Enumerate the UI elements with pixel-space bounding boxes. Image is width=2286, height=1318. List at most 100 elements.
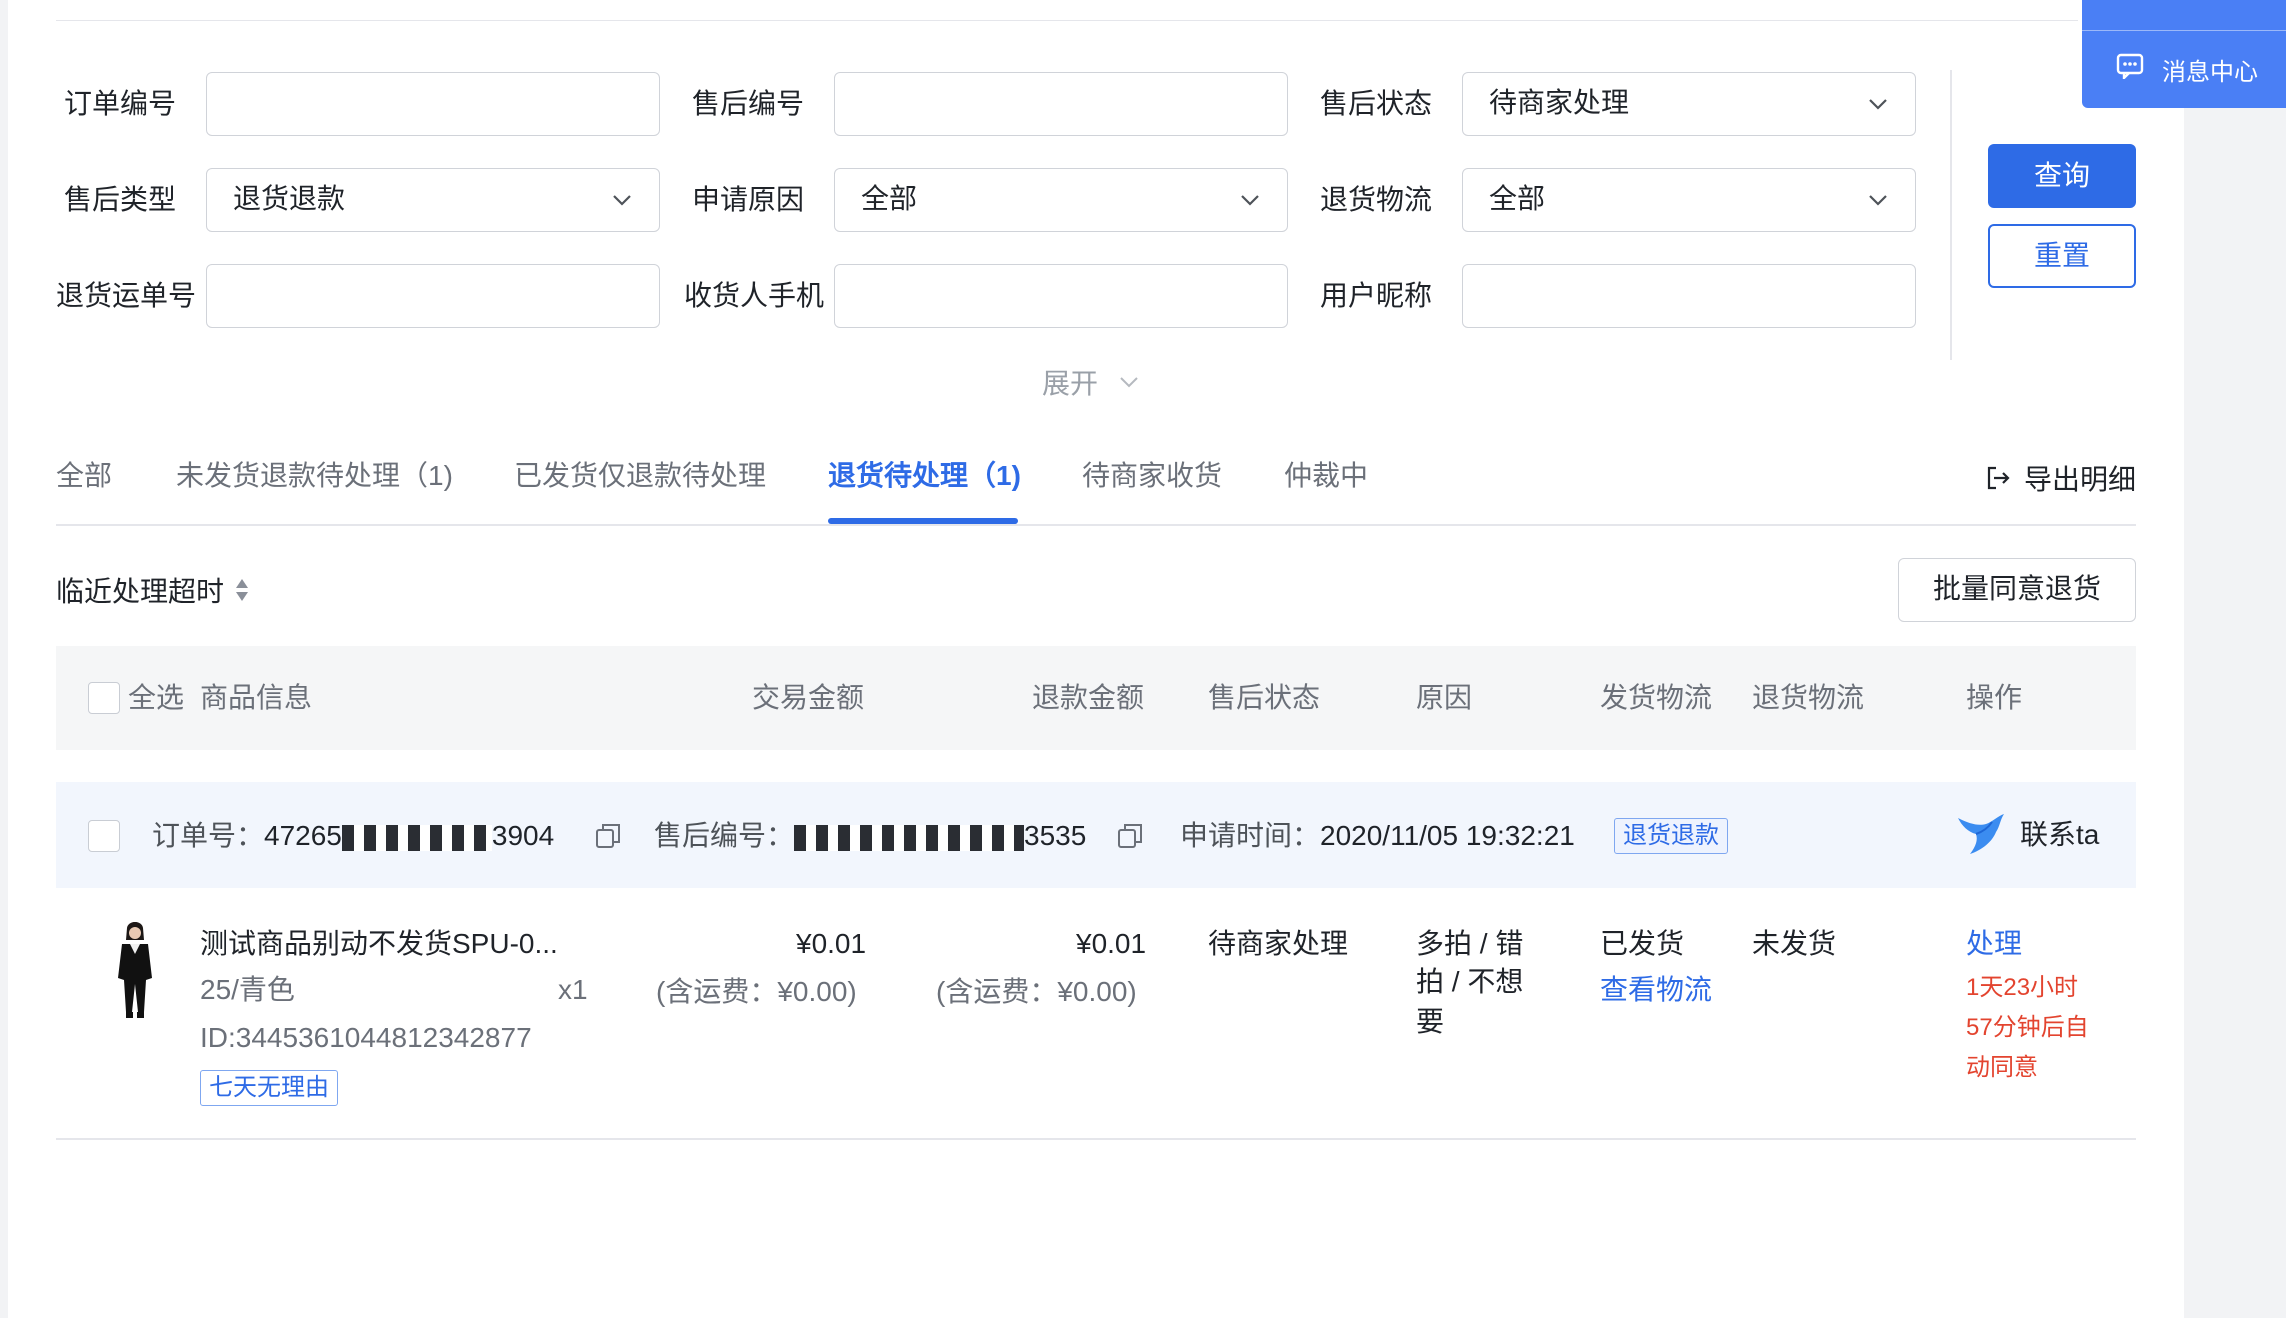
sort-icon [236, 579, 249, 601]
aftersale-type-select[interactable]: 退货退款 [206, 168, 660, 232]
chevron-down-icon [1241, 195, 1259, 206]
copy-icon[interactable] [1116, 822, 1144, 850]
aftersale-status-select[interactable]: 待商家处理 [1462, 72, 1916, 136]
order-no-input[interactable] [206, 72, 660, 136]
copy-icon[interactable] [594, 822, 622, 850]
col-operation: 操作 [1966, 682, 2023, 713]
order-checkbox[interactable] [88, 820, 120, 852]
message-center-panel[interactable]: 消息中心 [2082, 0, 2286, 108]
apply-reason-select[interactable]: 全部 [834, 168, 1288, 232]
apply-time-label: 申请时间： [1180, 820, 1321, 851]
product-id: ID:3445361044812342877 [200, 1022, 532, 1053]
tab-return-pending[interactable]: 退货待处理（1) [828, 456, 1021, 496]
panel-divider [2082, 30, 2286, 31]
expand-toggle[interactable]: 展开 [1042, 362, 1140, 402]
order-no-suffix: 3904 [491, 820, 555, 851]
tab-arbitration[interactable]: 仲裁中 [1284, 456, 1368, 496]
col-reason: 原因 [1416, 682, 1473, 713]
aftersale-number: 售后编号： 3535 [654, 816, 1086, 856]
aftersale-type-value: 退货退款 [233, 183, 346, 214]
expand-label: 展开 [1042, 368, 1099, 399]
sort-by-deadline[interactable]: 临近处理超时 [56, 570, 250, 610]
return-logistics-select[interactable]: 全部 [1462, 168, 1916, 232]
reset-button[interactable]: 重置 [1988, 224, 2136, 288]
tabs-divider [56, 524, 2136, 526]
masked-order-digits [341, 824, 492, 851]
filter-divider [1950, 70, 1952, 360]
col-ship-logistics: 发货物流 [1600, 682, 1713, 713]
countdown-line-3: 动同意 [1966, 1054, 2038, 1081]
left-edge [0, 0, 8, 1318]
reason-line-2: 拍 / 不想 [1416, 966, 1524, 997]
chevron-down-icon [1120, 377, 1138, 388]
message-center-button[interactable]: 消息中心 [2116, 52, 2258, 87]
top-divider [56, 20, 2078, 21]
return-tracking-input[interactable] [206, 264, 660, 328]
user-nickname-input[interactable] [1462, 264, 1916, 328]
refund-shipping: (含运费：¥0.00) [936, 976, 1137, 1007]
aftersale-no-suffix: 3535 [1024, 820, 1087, 851]
apply-reason-value: 全部 [861, 183, 918, 214]
contact-buyer-button[interactable]: 联系ta [1956, 810, 2099, 856]
countdown-line-2: 57分钟后自 [1966, 1014, 2089, 1041]
return-tracking-label: 退货运单号 [56, 280, 197, 311]
reason-line-1: 多拍 / 错 [1416, 928, 1524, 959]
product-quantity: x1 [558, 974, 588, 1005]
export-icon [1987, 466, 2010, 490]
return-logistics-label: 退货物流 [1320, 184, 1433, 215]
user-nickname-label: 用户昵称 [1320, 280, 1433, 311]
seven-day-return-tag: 七天无理由 [200, 1070, 338, 1106]
aftersale-no-input[interactable] [834, 72, 1288, 136]
row-divider [56, 1138, 2136, 1140]
chevron-down-icon [613, 195, 631, 206]
reason-line-3: 要 [1416, 1006, 1445, 1037]
tab-all[interactable]: 全部 [56, 456, 112, 496]
return-logistics-value: 全部 [1489, 183, 1546, 214]
chat-icon [2116, 53, 2144, 86]
product-title[interactable]: 测试商品别动不发货SPU-0... [200, 924, 558, 964]
receiver-phone-input[interactable] [834, 264, 1288, 328]
product-spec: 25/青色 [200, 974, 295, 1005]
col-return-logistics: 退货物流 [1752, 682, 1865, 713]
aftersale-type-tag: 退货退款 [1614, 818, 1728, 854]
aftersale-status-value: 待商家处理 [1489, 87, 1630, 118]
tab-awaiting-receipt[interactable]: 待商家收货 [1082, 456, 1222, 496]
trade-shipping: (含运费：¥0.00) [656, 976, 857, 1007]
sort-label: 临近处理超时 [56, 576, 225, 607]
return-status: 未发货 [1752, 928, 1837, 959]
aftersale-no-label: 售后编号 [692, 88, 805, 119]
tab-unshipped-refund[interactable]: 未发货退款待处理（1) [176, 456, 453, 496]
right-gutter [2184, 0, 2286, 1318]
product-thumbnail[interactable] [104, 918, 164, 1022]
col-product-info: 商品信息 [200, 682, 313, 713]
aftersale-type-label: 售后类型 [64, 184, 177, 215]
apply-time-value: 2020/11/05 19:32:21 [1320, 820, 1575, 851]
select-all-label: 全选 [128, 682, 185, 713]
export-details-button[interactable]: 导出明细 [1984, 458, 2136, 498]
refund-amount: ¥0.01 [1076, 928, 1147, 959]
aftersale-no-label: 售后编号： [654, 820, 795, 851]
aftersale-status-label: 售后状态 [1320, 88, 1433, 119]
ship-status: 已发货 [1600, 928, 1685, 959]
query-button[interactable]: 查询 [1988, 144, 2136, 208]
aftersale-status-value: 待商家处理 [1208, 928, 1349, 959]
receiver-phone-label: 收货人手机 [684, 280, 825, 311]
col-aftersale-status: 售后状态 [1208, 682, 1321, 713]
chevron-down-icon [1869, 99, 1887, 110]
order-no-label: 订单编号 [64, 88, 177, 119]
process-link[interactable]: 处理 [1966, 924, 2022, 964]
masked-aftersale-digits [794, 824, 1025, 851]
tab-shipped-refund-only[interactable]: 已发货仅退款待处理 [514, 456, 766, 496]
apply-time: 申请时间：2020/11/05 19:32:21 [1180, 816, 1575, 856]
order-number: 订单号：47265 3904 [152, 816, 554, 856]
trade-amount: ¥0.01 [796, 928, 867, 959]
col-trade-amount: 交易金额 [752, 682, 865, 713]
select-all-checkbox[interactable] [88, 682, 120, 714]
export-label: 导出明细 [2024, 464, 2137, 495]
countdown-line-1: 1天23小时 [1966, 974, 2079, 1001]
chevron-down-icon [1869, 195, 1887, 206]
view-logistics-link[interactable]: 查看物流 [1600, 970, 1712, 1010]
col-refund-amount: 退款金额 [1032, 682, 1145, 713]
bird-chat-icon [1958, 814, 2004, 854]
batch-approve-return-button[interactable]: 批量同意退货 [1898, 558, 2136, 622]
